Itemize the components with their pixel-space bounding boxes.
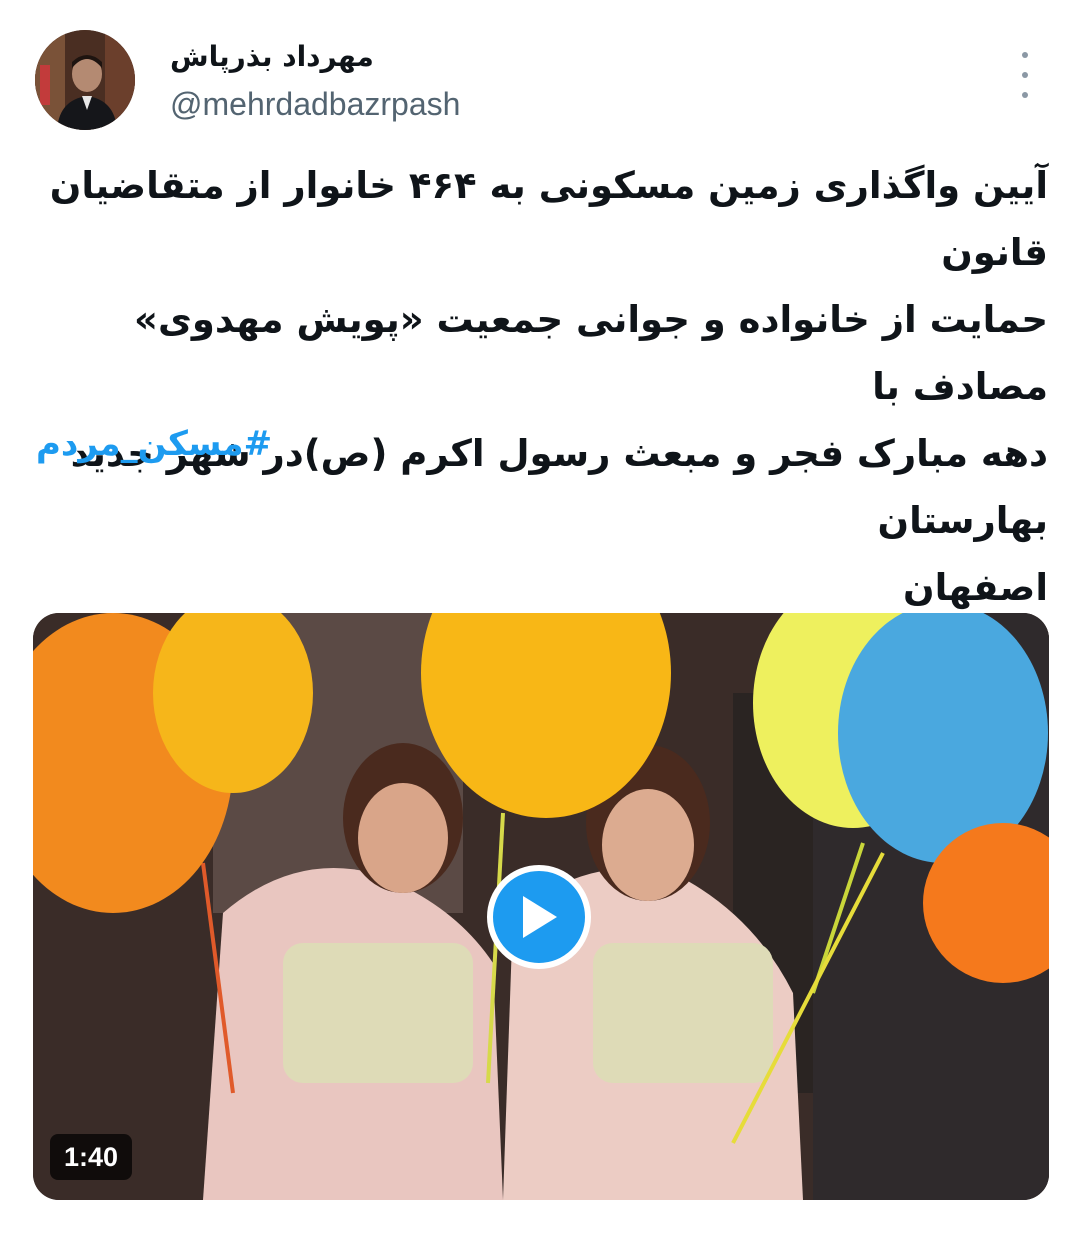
hashtag-link[interactable]: #مسکن_مردم [36,424,272,464]
avatar[interactable] [35,30,135,130]
more-options-icon[interactable] [1010,52,1040,98]
play-button[interactable] [487,865,591,969]
play-icon [523,896,557,938]
profile-photo [35,30,135,130]
video-duration-badge: 1:40 [50,1134,133,1180]
tweet-text-line: آیین واگذاری زمین مسکونی به ۴۶۴ خانوار ا… [49,164,1048,274]
user-handle[interactable]: @mehrdadbazrpash [170,86,460,123]
display-name[interactable]: مهرداد بذرپاش [170,40,374,73]
tweet-text-line: حمایت از خانواده و جوانی جمعیت «پویش مهد… [134,298,1048,408]
tweet-text: آیین واگذاری زمین مسکونی به ۴۶۴ خانوار ا… [36,152,1048,621]
tweet-text-line: اصفهان [903,566,1048,609]
